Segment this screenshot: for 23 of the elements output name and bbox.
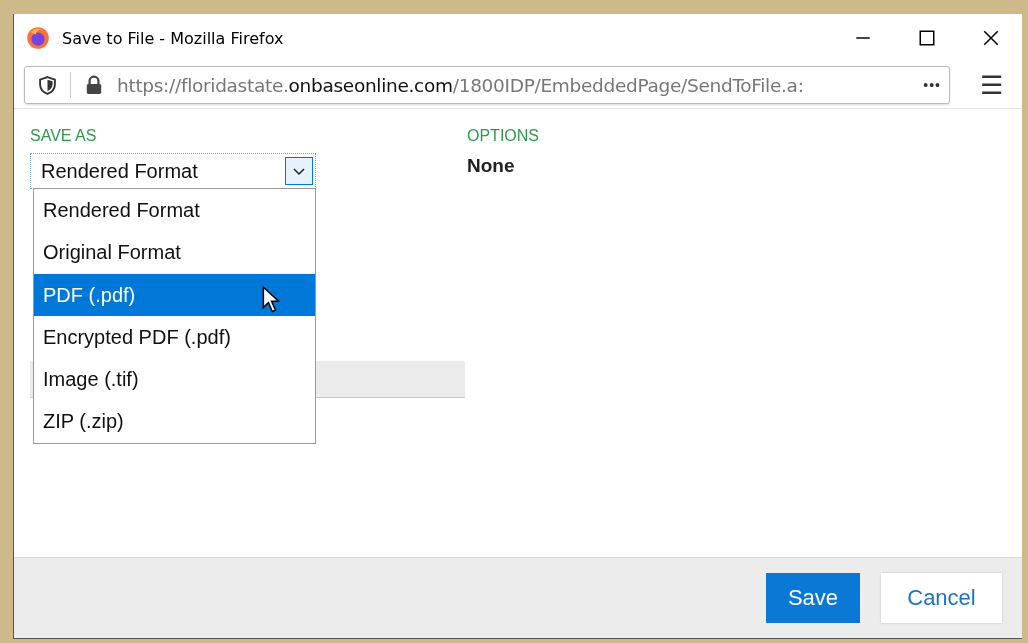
dropdown-option[interactable]: Encrypted PDF (.pdf)	[34, 315, 315, 359]
close-icon[interactable]	[982, 29, 1000, 47]
maximize-icon[interactable]	[918, 29, 936, 47]
dropdown-option[interactable]: Image (.tif)	[34, 358, 315, 401]
cancel-button[interactable]: Cancel	[881, 573, 1002, 623]
dropdown-option[interactable]: ZIP (.zip)	[34, 400, 315, 443]
url-text: https://floridastate.onbaseonline.com/1800IDP/EmbeddedPage/SendToFile.a:	[117, 74, 805, 96]
options-label: OPTIONS	[467, 127, 539, 146]
dropdown-option[interactable]: PDF (.pdf)	[34, 273, 315, 316]
chevron-down-icon	[285, 157, 313, 185]
dropdown-option[interactable]: Original Format	[34, 231, 315, 274]
dropdown-option[interactable]: Rendered Format	[34, 189, 315, 232]
window-title: Save to File - Mozilla Firefox	[62, 28, 284, 48]
save-button[interactable]: Save	[766, 573, 860, 623]
page-actions-button[interactable]: •••	[923, 77, 941, 93]
shield-icon	[39, 75, 56, 95]
menu-button[interactable]: ☰	[980, 69, 1003, 101]
lock-icon	[85, 75, 103, 95]
save-as-label: SAVE AS	[30, 127, 98, 146]
browser-logo-icon	[26, 26, 50, 50]
mouse-pointer-icon	[262, 286, 280, 314]
options-value: None	[467, 155, 516, 177]
address-bar[interactable]: https://floridastate.onbaseonline.com/1800IDP/EmbeddedPage/SendToFile.a: •••	[24, 66, 950, 104]
